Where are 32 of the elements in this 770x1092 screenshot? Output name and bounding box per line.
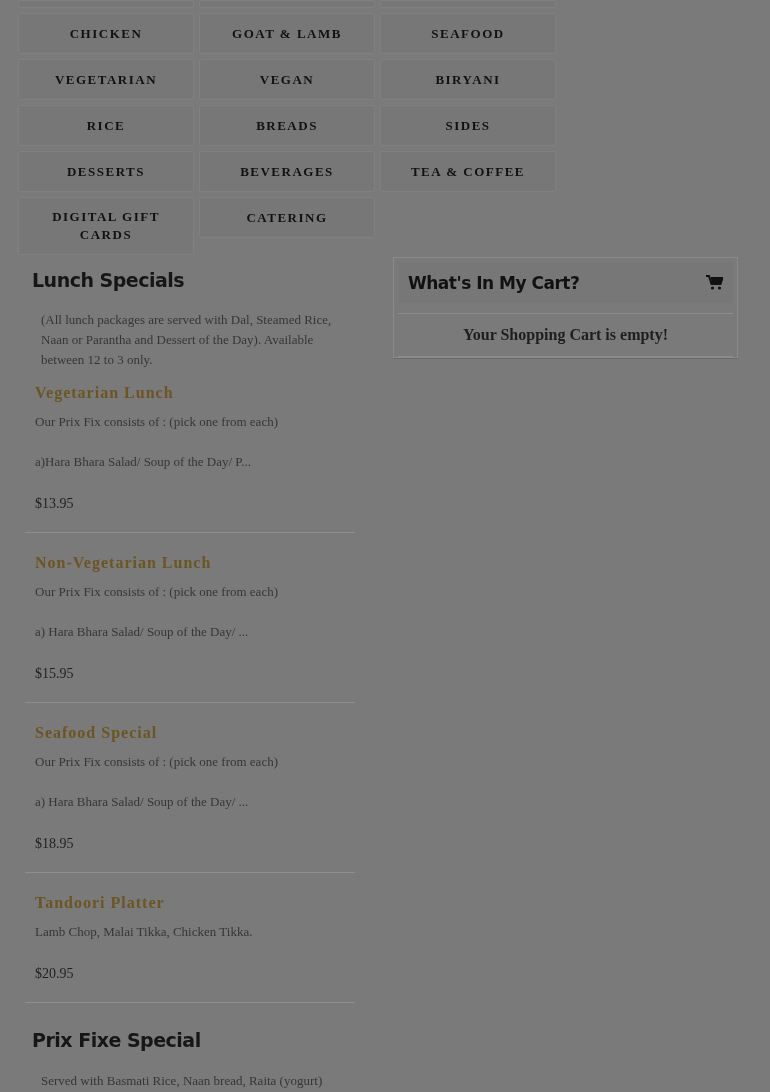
category-button[interactable]: RICE	[18, 105, 194, 146]
category-button[interactable]: DESSERTS	[18, 151, 194, 192]
menu-item-price: $13.95	[35, 496, 74, 512]
menu-item-description: Our Prix Fix consists of : (pick one from each)	[35, 754, 278, 770]
category-button[interactable]: VEGAN	[199, 59, 375, 100]
menu-item-description: a) Hara Bhara Salad/ Soup of the Day/ ...	[35, 624, 249, 640]
section-heading: Prix Fixe Special	[32, 1029, 202, 1051]
menu-item-price: $20.95	[35, 966, 74, 982]
menu-item-description: Our Prix Fix consists of : (pick one from each)	[35, 584, 278, 600]
cart-title: What's In My Cart?	[408, 272, 580, 293]
category-button[interactable]: GOAT & LAMB	[199, 13, 375, 54]
category-button[interactable]: BEVERAGES	[199, 151, 375, 192]
menu-item-description: a)Hara Bhara Salad/ Soup of the Day/ P...	[35, 454, 251, 470]
category-button[interactable]: SIDES	[380, 105, 556, 146]
menu-item-price: $15.95	[35, 666, 74, 682]
category-button[interactable]: CATERING	[199, 197, 375, 238]
section-note: Served with Basmati Rice, Naan bread, Raita (yogurt)	[41, 1072, 324, 1090]
category-button[interactable]: TEA & COFFEE	[380, 151, 556, 192]
cart-icon[interactable]	[706, 275, 723, 290]
menu-item-price: $18.95	[35, 836, 74, 852]
empty-cart-message: Your Shopping Cart is empty!	[462, 326, 669, 343]
category-button[interactable]: BREADS	[199, 105, 375, 146]
menu-item-description: Our Prix Fix consists of : (pick one from each)	[35, 414, 278, 430]
category-button[interactable]: SEAFOOD	[380, 13, 556, 54]
menu-item-description: Lamb Chop, Malai Tikka, Chicken Tikka.	[35, 924, 253, 940]
category-button[interactable]: DIGITAL GIFT CARDS	[18, 197, 194, 255]
category-button[interactable]: VEGETARIAN	[18, 59, 194, 100]
menu-item-description: a) Hara Bhara Salad/ Soup of the Day/ ...	[35, 794, 249, 810]
category-button[interactable]: CHICKEN	[18, 13, 194, 54]
category-button[interactable]: BIRYANI	[380, 59, 556, 100]
section-note: (All lunch packages are served with Dal, Steamed Rice, Naan or Parantha and Dessert of the Day). Available between 12 to 3 only.	[41, 311, 333, 369]
section-heading: Lunch Specials	[32, 269, 186, 291]
